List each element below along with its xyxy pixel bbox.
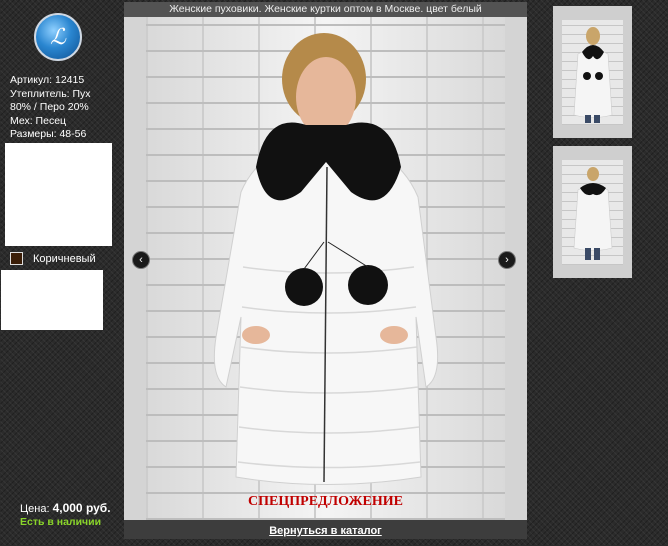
back-bar: Вернуться в каталог: [124, 520, 527, 539]
blank-panel-2: [1, 270, 103, 330]
promo-label: СПЕЦПРЕДЛОЖЕНИЕ: [248, 494, 403, 509]
price-label: Цена:: [20, 503, 50, 515]
page-title: Женские пуховики. Женские куртки оптом в…: [124, 2, 527, 17]
fur-type: Мех: Песец: [10, 114, 67, 127]
insulation-line2: 80% / Перо 20%: [10, 101, 89, 113]
price-value: 4,000 руб.: [52, 501, 111, 515]
blank-panel: [5, 143, 112, 246]
product-info: Артикул: 12415 Утеплитель: Пух 80% / Пер…: [10, 74, 120, 142]
article-number: Артикул: 12415: [10, 74, 85, 86]
jacket-illustration: [213, 33, 439, 485]
color-label: Коричневый: [33, 252, 96, 265]
thumbnail-front-image: [562, 20, 623, 125]
brand-logo[interactable]: ℒ: [34, 13, 82, 61]
back-to-catalog-link[interactable]: Вернуться в каталог: [269, 525, 382, 537]
thumbnail-front[interactable]: [553, 6, 632, 138]
color-swatch[interactable]: [10, 252, 23, 265]
color-option[interactable]: Коричневый: [10, 252, 96, 265]
insulation-line1: Утеплитель: Пух: [10, 87, 91, 100]
product-photo[interactable]: [146, 17, 505, 520]
thumbnail-back[interactable]: [553, 146, 632, 278]
thumbnail-back-image: [562, 160, 623, 265]
size-range: Размеры: 48-56: [10, 128, 87, 140]
prev-arrow-icon[interactable]: ‹: [132, 251, 150, 269]
price: Цена: 4,000 руб.: [20, 501, 111, 515]
next-arrow-icon[interactable]: ›: [498, 251, 516, 269]
logo-glyph: ℒ: [50, 24, 66, 50]
stock-status: Есть в наличии: [20, 516, 102, 528]
image-viewer: Женские пуховики. Женские куртки оптом в…: [124, 2, 527, 539]
